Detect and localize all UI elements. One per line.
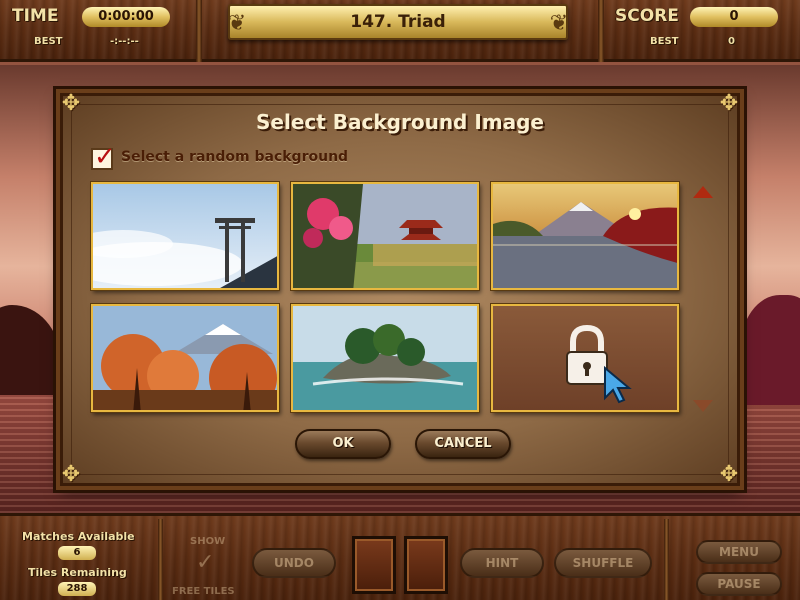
dialog-title: Select Background Image <box>256 110 544 134</box>
time-label: TIME <box>12 6 59 26</box>
corner-ornament-icon: ✥ <box>719 462 739 487</box>
bottom-divider <box>158 519 163 600</box>
background-thumbnail-torii[interactable] <box>91 182 279 290</box>
top-hud-bar: TIME 0:00:00 BEST -:--:-- ❦ 147. Triad ❦… <box>0 0 800 62</box>
background-thumbnail-pagoda[interactable] <box>291 182 479 290</box>
hud-divider <box>598 0 604 62</box>
score-value: 0 <box>690 7 778 27</box>
undo-button[interactable]: UNDO <box>252 548 336 578</box>
lock-icon <box>566 324 608 385</box>
tile-slot <box>352 536 396 594</box>
bottom-control-bar: Matches Available 6 Tiles Remaining 288 … <box>0 513 800 600</box>
cancel-button[interactable]: CANCEL <box>415 429 511 459</box>
time-best-label: BEST <box>34 36 63 47</box>
silhouette-tree-right <box>740 295 800 405</box>
cursor-arrow-icon <box>604 365 632 404</box>
corner-ornament-icon: ✥ <box>61 462 81 487</box>
time-best-value: -:--:-- <box>110 36 139 47</box>
silhouette-tree-left <box>0 305 60 395</box>
score-best-value: 0 <box>728 36 735 47</box>
level-title: 147. Triad <box>350 12 446 32</box>
scroll-ornament-right-icon: ❦ <box>549 11 569 36</box>
scroll-down-icon[interactable] <box>693 400 713 412</box>
shuffle-button[interactable]: SHUFFLE <box>554 548 652 578</box>
checkmark-icon: ✓ <box>94 142 116 172</box>
pause-button[interactable]: PAUSE <box>696 572 782 596</box>
scroll-up-icon[interactable] <box>693 186 713 198</box>
tile-slot <box>404 536 448 594</box>
matches-available-label: Matches Available <box>22 530 135 543</box>
score-best-label: BEST <box>650 36 679 47</box>
background-thumbnail-island[interactable] <box>291 304 479 412</box>
random-background-label: Select a random background <box>121 149 349 165</box>
show-free-tiles-checkbox[interactable]: ✓ <box>196 550 214 575</box>
random-background-checkbox[interactable]: ✓ <box>91 142 116 172</box>
menu-button[interactable]: MENU <box>696 540 782 564</box>
background-thumbnail-locked[interactable] <box>491 304 679 412</box>
time-value: 0:00:00 <box>82 7 170 27</box>
ok-button[interactable]: OK <box>295 429 391 459</box>
bottom-divider <box>664 519 669 600</box>
background-thumbnail-mountain-lake[interactable] <box>491 182 679 290</box>
hint-button[interactable]: HINT <box>460 548 544 578</box>
select-background-dialog: ✥ ✥ ✥ ✥ Select Background Image ✓ Select… <box>60 91 740 487</box>
tiles-remaining-value: 288 <box>58 582 96 596</box>
free-tiles-label: FREE TILES <box>172 586 235 597</box>
level-plaque: ❦ 147. Triad ❦ <box>228 4 568 40</box>
show-label: SHOW <box>190 536 226 547</box>
hud-divider <box>196 0 202 62</box>
matches-available-value: 6 <box>58 546 96 560</box>
background-thumbnail-fuji-autumn[interactable] <box>91 304 279 412</box>
tiles-remaining-label: Tiles Remaining <box>28 566 127 579</box>
score-label: SCORE <box>615 6 679 26</box>
